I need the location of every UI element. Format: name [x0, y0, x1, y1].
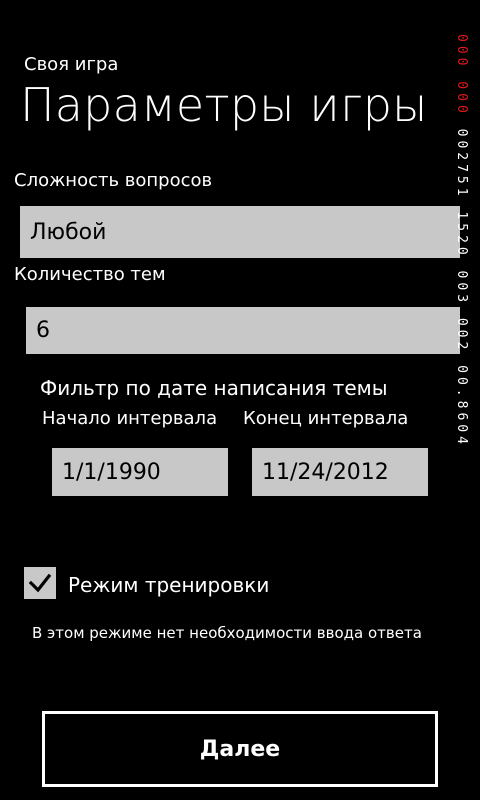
end-date-picker[interactable]: 11/24/2012: [252, 448, 428, 496]
topics-count-label: Количество тем: [14, 264, 166, 285]
memory-counter-white: 002751 1520 003 002 00.8604: [454, 128, 469, 448]
start-date-value: 1/1/1990: [62, 459, 161, 485]
end-interval-label: Конец интервала: [243, 408, 409, 429]
training-mode-label[interactable]: Режим тренировки: [68, 573, 269, 597]
memory-counter: 000 000 002751 1520 003 002 00.8604: [454, 34, 480, 448]
date-filter-title: Фильтр по дате написания темы: [40, 376, 388, 400]
start-interval-label: Начало интервала: [42, 408, 218, 429]
topics-count-value: 6: [36, 318, 50, 343]
difficulty-label: Сложность вопросов: [14, 170, 213, 191]
page-title: Параметры игры: [20, 78, 428, 132]
end-date-value: 11/24/2012: [262, 459, 389, 485]
memory-counter-text: 000 000 002751 1520 003 002 00.8604: [454, 34, 469, 448]
topics-count-field[interactable]: 6: [26, 307, 460, 354]
difficulty-select[interactable]: Любой: [20, 206, 460, 258]
training-mode-checkbox[interactable]: [24, 567, 56, 599]
difficulty-value: Любой: [30, 219, 107, 245]
next-button[interactable]: Далее: [42, 711, 438, 787]
app-subtitle: Своя игра: [24, 54, 119, 75]
memory-counter-red: 000 000: [454, 34, 469, 117]
checkmark-icon: [28, 573, 52, 593]
training-mode-hint: В этом режиме нет необходимости ввода от…: [32, 624, 422, 642]
next-button-label: Далее: [199, 736, 281, 762]
start-date-picker[interactable]: 1/1/1990: [52, 448, 228, 496]
